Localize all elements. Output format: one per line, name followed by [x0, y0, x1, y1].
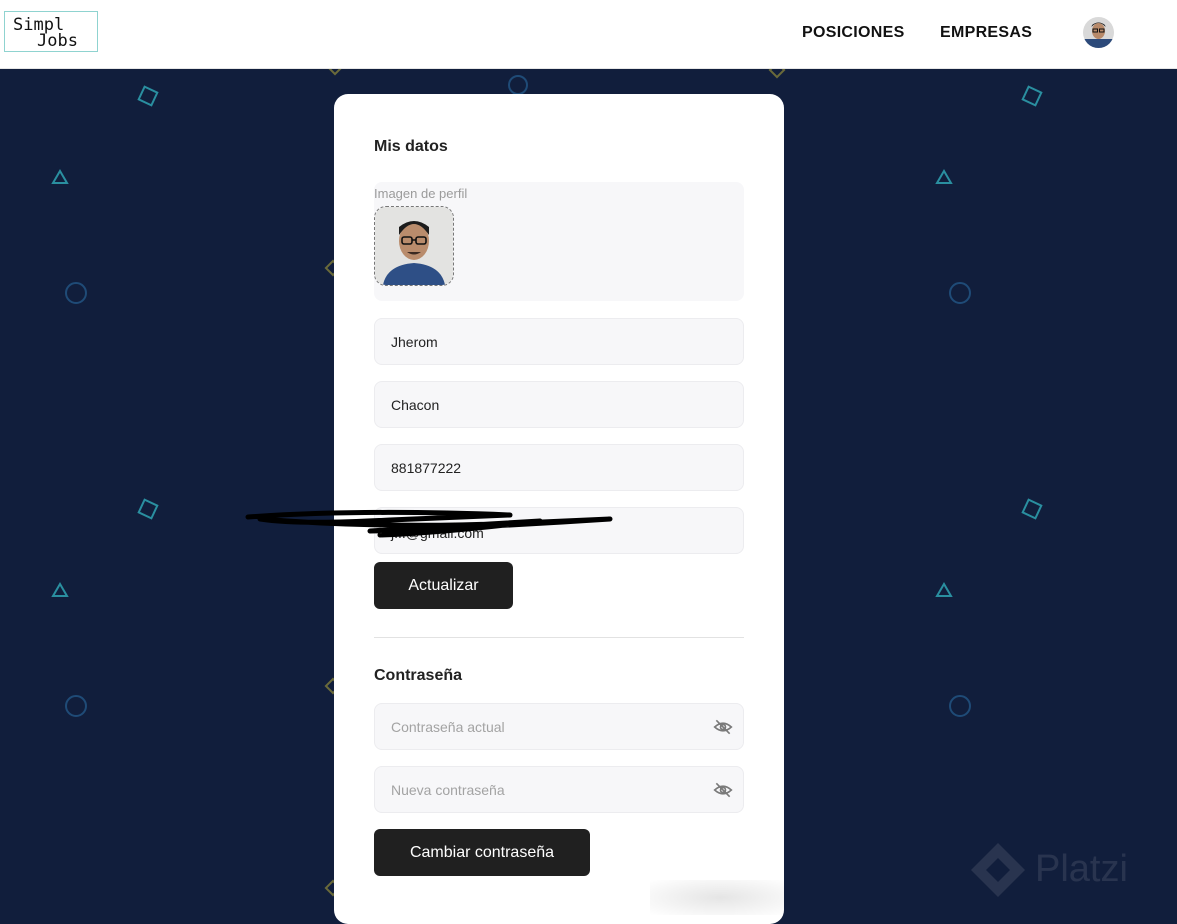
circle-shape: [949, 695, 971, 717]
new-password-field[interactable]: Nueva contraseña: [374, 766, 744, 813]
last-name-value: Chacon: [391, 397, 440, 413]
diamond-shape: [1021, 498, 1043, 520]
nav-link-empresas[interactable]: EMPRESAS: [940, 24, 1032, 42]
eye-off-icon[interactable]: [713, 780, 733, 800]
first-name-value: Jherom: [391, 334, 438, 350]
profile-section-title: Mis datos: [374, 138, 448, 155]
triangle-shape: [935, 169, 953, 184]
nav-link-posiciones[interactable]: POSICIONES: [802, 24, 905, 42]
diamond-shape: [768, 68, 786, 79]
eye-off-icon[interactable]: [713, 717, 733, 737]
top-navbar: Simpl Jobs POSICIONES EMPRESAS: [0, 0, 1177, 69]
triangle-shape: [51, 582, 69, 597]
password-section-title: Contraseña: [374, 667, 463, 684]
simpljobs-logo[interactable]: Simpl Jobs: [4, 11, 98, 52]
profile-image-area: Imagen de perfil: [374, 182, 744, 301]
diamond-shape: [1021, 85, 1043, 107]
profile-image-label: Imagen de perfil: [374, 186, 468, 201]
profile-image-upload[interactable]: [374, 206, 454, 286]
first-name-field[interactable]: Jherom: [374, 318, 744, 365]
phone-field[interactable]: 881877222: [374, 444, 744, 491]
circle-shape: [65, 282, 87, 304]
current-password-field[interactable]: Contraseña actual: [374, 703, 744, 750]
diamond-shape: [137, 85, 159, 107]
circle-shape: [65, 695, 87, 717]
logo-line-2: Jobs: [37, 31, 78, 51]
section-divider: [374, 637, 744, 638]
diamond-shape: [137, 498, 159, 520]
redaction-scribble: [245, 509, 613, 538]
platzi-watermark: Platzi: [1035, 848, 1128, 890]
current-password-placeholder: Contraseña actual: [391, 719, 505, 735]
phone-value: 881877222: [391, 460, 462, 476]
triangle-shape: [51, 169, 69, 184]
user-avatar[interactable]: [1083, 17, 1114, 48]
change-password-button[interactable]: Cambiar contraseña: [374, 829, 590, 876]
last-name-field[interactable]: Chacon: [374, 381, 744, 428]
circle-shape: [508, 75, 528, 95]
update-button[interactable]: Actualizar: [374, 562, 513, 609]
card-shadow: [650, 880, 790, 915]
triangle-shape: [935, 582, 953, 597]
circle-shape: [949, 282, 971, 304]
new-password-placeholder: Nueva contraseña: [391, 782, 505, 798]
